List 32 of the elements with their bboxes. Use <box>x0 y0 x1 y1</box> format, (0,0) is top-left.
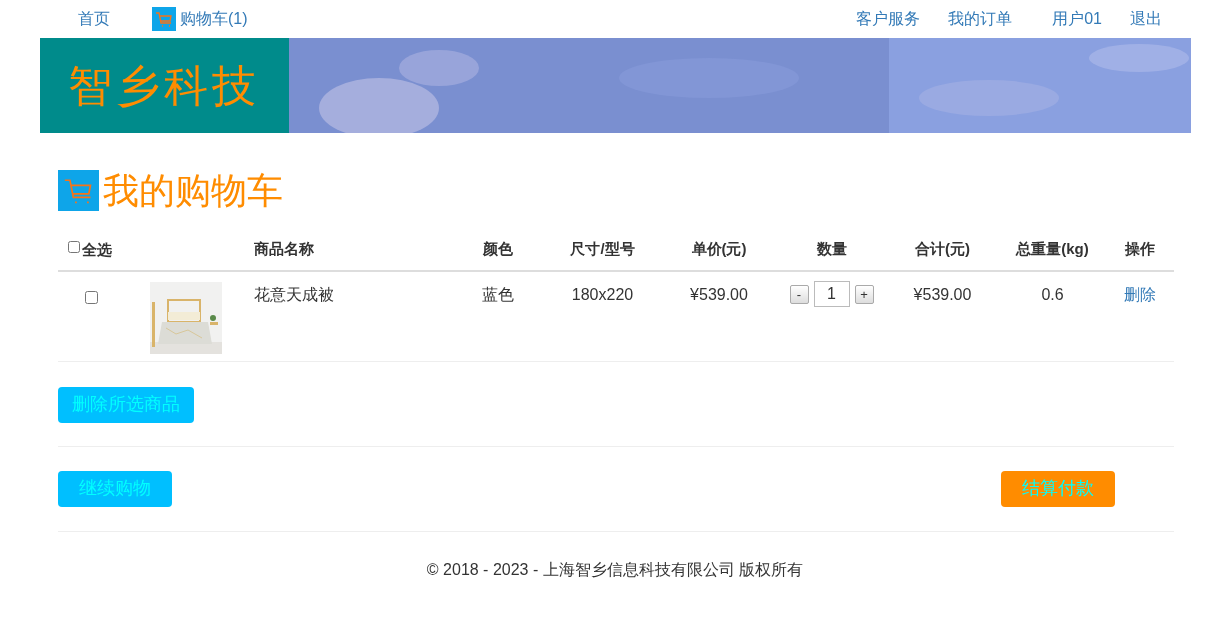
nav-link[interactable]: 退出 <box>1130 7 1162 31</box>
nav-link[interactable]: 用户01 <box>1052 7 1102 31</box>
select-all-label: 全选 <box>82 240 112 261</box>
column-header: 数量 <box>816 240 847 258</box>
product-name: 花意天成被 <box>254 286 334 303</box>
quantity-field[interactable]: 1 <box>813 281 850 307</box>
column-header: 总重量(kg) <box>1016 240 1089 258</box>
column-header: 颜色 <box>482 240 513 258</box>
table-cell: 蓝色 <box>481 286 514 303</box>
cart-link[interactable]: 购物车(1) <box>152 7 248 31</box>
table-cell: ¥539.00 <box>690 286 748 303</box>
logo-text: 智乡科技 <box>68 59 260 112</box>
column-header: 操作 <box>1124 240 1155 258</box>
row-checkbox[interactable] <box>85 291 98 304</box>
copyright-text: © 2018 - 2023 - 上海智乡信息科技有限公司 版权所有 <box>426 560 804 578</box>
page-title: 我的购物车 <box>103 172 283 209</box>
nav-link[interactable]: 首页 <box>78 7 110 31</box>
nav-link[interactable]: 客户服务 <box>856 7 921 31</box>
nav-link[interactable]: 我的订单 <box>948 7 1013 31</box>
column-header: 尺寸/型号 <box>570 240 635 258</box>
cart-icon <box>152 7 176 31</box>
table-cell: ¥539.00 <box>913 286 972 303</box>
column-header: 合计(元) <box>915 240 970 258</box>
column-header: 商品名称 <box>254 240 314 258</box>
table-cell: 0.6 <box>1041 286 1064 303</box>
decrement-button[interactable]: - <box>789 284 809 304</box>
table-cell: 180x220 <box>571 286 634 303</box>
column-header: 单价(元) <box>691 240 747 258</box>
cart-icon <box>58 170 99 211</box>
delete-link[interactable]: 删除 <box>1123 286 1156 303</box>
select-all-checkbox[interactable] <box>68 241 80 254</box>
increment-button[interactable]: + <box>854 284 874 304</box>
